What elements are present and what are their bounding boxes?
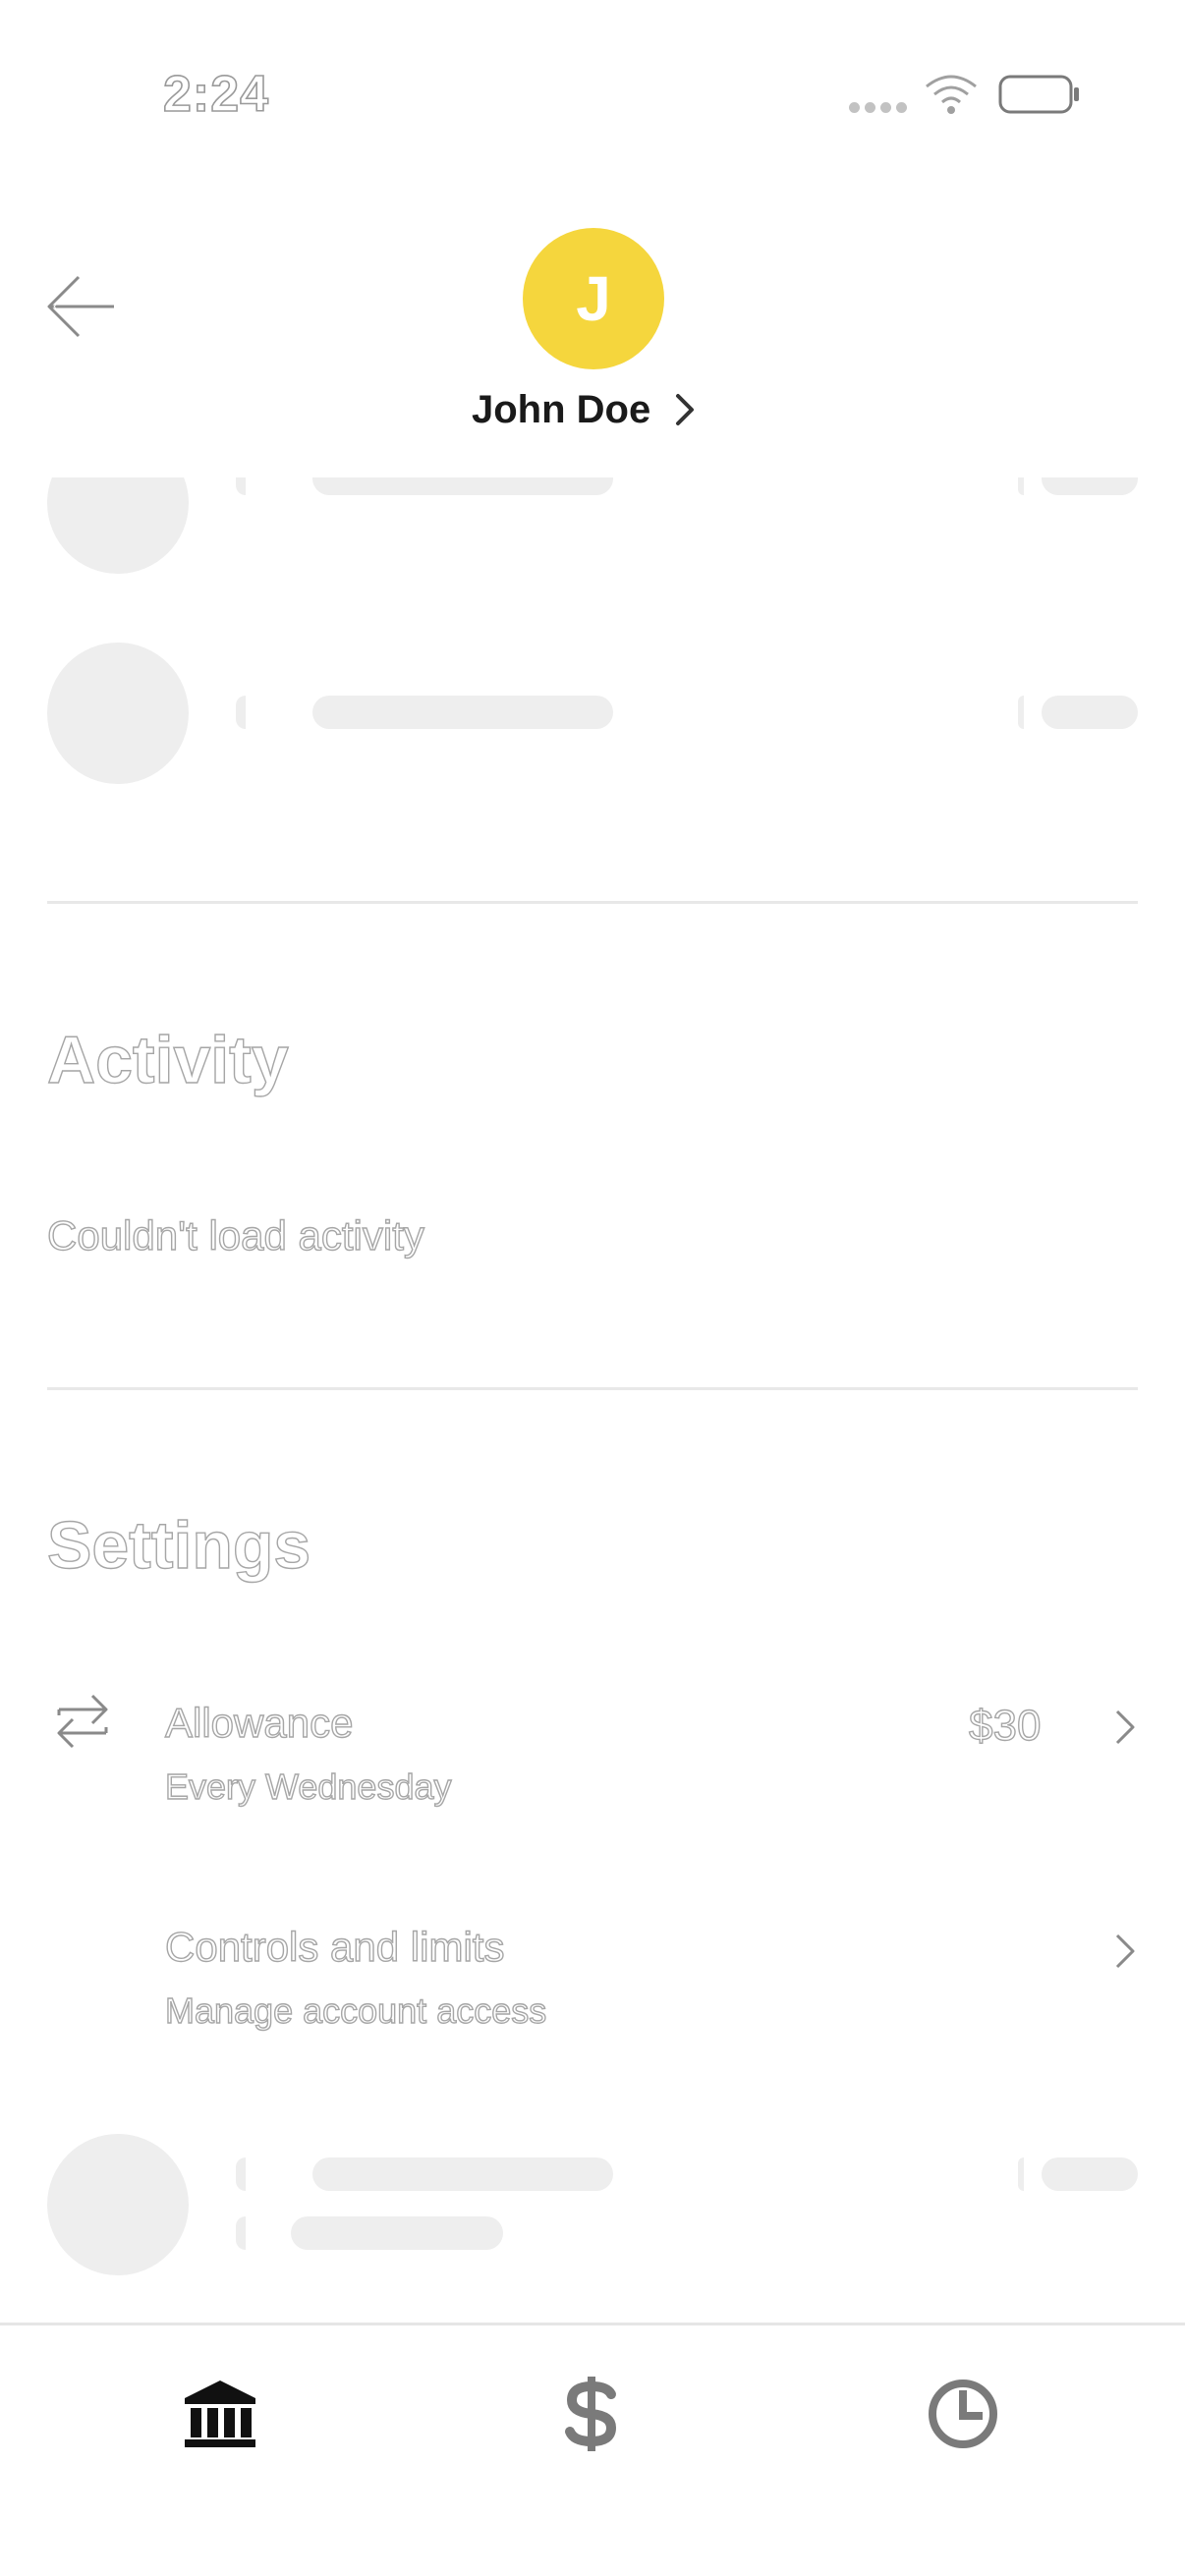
activity-section-title: Activity <box>46 1022 289 1097</box>
allowance-title: Allowance <box>164 1699 354 1746</box>
skeleton-line <box>236 2216 246 2250</box>
account-detail-screen: 2:24 J John Doe Activity Couldn't load a… <box>0 0 1185 2576</box>
skeleton-line <box>236 696 246 729</box>
skeleton-avatar <box>47 643 189 784</box>
skeleton-line <box>312 696 613 729</box>
bottom-navigation <box>0 2323 1185 2576</box>
skeleton-line <box>1018 2157 1024 2191</box>
allowance-amount: $30 <box>968 1701 1042 1750</box>
dollar-icon <box>565 2377 617 2451</box>
section-divider <box>47 1387 1138 1390</box>
controls-and-limits-subtitle: Manage account access <box>164 1989 547 2031</box>
status-time: 2:24 <box>162 65 270 124</box>
skeleton-line <box>1042 696 1138 729</box>
back-arrow-icon[interactable] <box>43 271 118 342</box>
nav-activity-tab[interactable] <box>914 2365 1012 2463</box>
skeleton-line <box>291 2216 503 2250</box>
skeleton-line <box>312 477 613 495</box>
bank-icon <box>185 2380 255 2447</box>
avatar-initial: J <box>576 263 611 334</box>
chevron-right-icon <box>676 394 695 425</box>
skeleton-avatar <box>47 2134 189 2275</box>
skeleton-line <box>1018 696 1024 729</box>
chevron-right-icon <box>1115 1709 1135 1745</box>
profile-name-link[interactable]: John Doe <box>472 381 700 438</box>
nav-money-tab[interactable] <box>542 2365 641 2463</box>
settings-section-title: Settings <box>46 1507 311 1583</box>
skeleton-line <box>312 2157 613 2191</box>
wifi-icon <box>926 75 977 114</box>
skeleton-line <box>236 2157 246 2191</box>
clock-icon <box>929 2380 997 2448</box>
nav-banking-tab[interactable] <box>171 2365 269 2463</box>
skeleton-avatar <box>47 477 189 574</box>
loading-skeleton-list <box>0 477 1185 870</box>
status-bar: 2:24 <box>0 0 1185 147</box>
profile-name: John Doe <box>472 387 651 431</box>
chevron-right-icon <box>1115 1933 1135 1969</box>
allowance-schedule: Every Wednesday <box>164 1765 452 1807</box>
activity-error-message: Couldn't load activity <box>46 1211 424 1259</box>
repeat-arrows-icon <box>57 1694 108 1749</box>
skeleton-line <box>236 477 246 495</box>
skeleton-line <box>1018 477 1024 495</box>
battery-icon <box>998 75 1079 114</box>
cellular-signal-icon <box>849 102 908 116</box>
skeleton-line <box>1042 2157 1138 2191</box>
avatar[interactable]: J <box>523 228 664 369</box>
controls-and-limits-title: Controls and limits <box>164 1923 505 1970</box>
section-divider <box>47 901 1138 904</box>
skeleton-line <box>1042 477 1138 495</box>
